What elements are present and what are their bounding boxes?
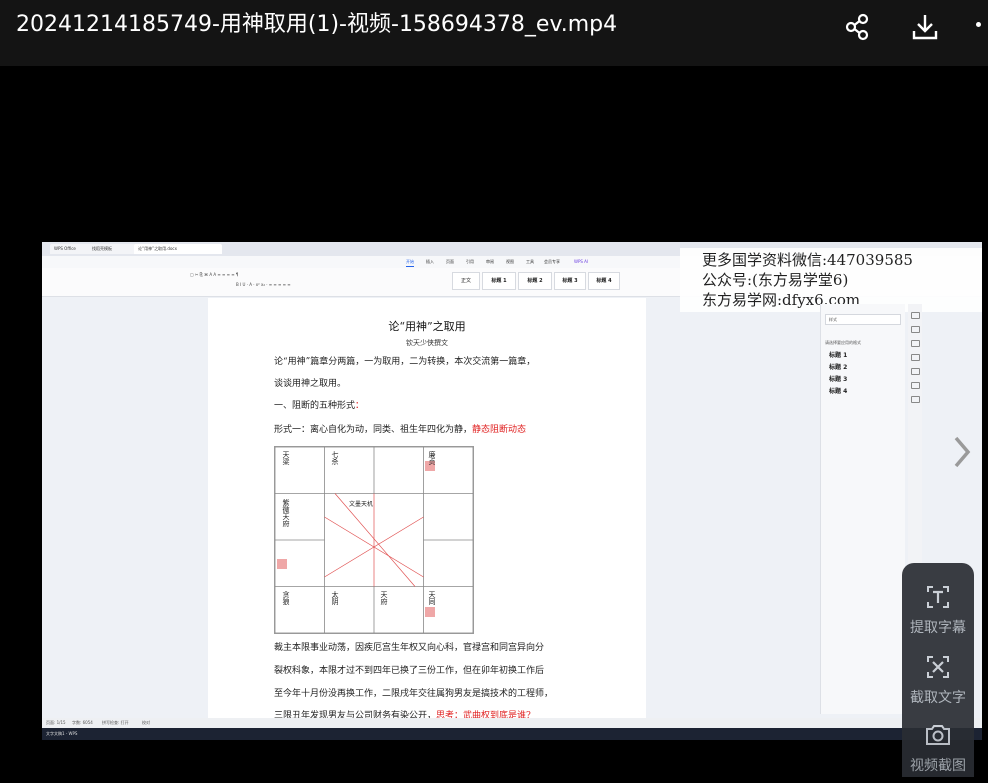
- capture-text-button[interactable]: 截取文字: [902, 647, 974, 715]
- style-search-input[interactable]: 样式: [825, 314, 901, 325]
- chart-cell: 贪狼: [282, 591, 290, 605]
- video-title-bar: 20241214185749-用神取用(1)-视频-158694378_ev.m…: [0, 0, 988, 66]
- taskbar-item: 文字文稿1 - WPS: [46, 731, 78, 736]
- ziwei-chart-image: 天梁 七杀 廉贞 紫微天府 天同 太阴 天府 贪狼 文墨天机: [274, 446, 474, 634]
- toolbar-icon[interactable]: [911, 396, 920, 403]
- menu-item: WPS AI: [574, 259, 589, 264]
- status-words: 字数: 6054: [72, 720, 93, 725]
- menu-item: 引用: [466, 259, 474, 264]
- style-heading-1-item[interactable]: 标题 1: [829, 352, 847, 360]
- toolbar-icon[interactable]: [911, 368, 920, 375]
- styles-side-panel: 样式 请选择要应用的格式 标题 1 标题 2 标题 3 标题 4: [820, 304, 905, 714]
- menu-item: 工具: [526, 259, 534, 264]
- toolbar-icon[interactable]: [911, 382, 920, 389]
- menu-item: 插入: [426, 259, 434, 264]
- menu-item: 开始: [406, 258, 414, 267]
- more-menu-icon[interactable]: [976, 22, 981, 27]
- doc-title: 论“用神”之取用: [388, 320, 466, 333]
- capture-text-label: 截取文字: [910, 690, 966, 706]
- menu-item: 审阅: [486, 259, 494, 264]
- toolbar-icon[interactable]: [911, 354, 920, 361]
- chart-cell: 太阴: [331, 591, 339, 605]
- text-capture-icon: [927, 656, 949, 678]
- status-spellcheck: 拼写检查: 打开: [102, 720, 129, 725]
- status-page: 页面: 1/15: [46, 720, 66, 725]
- video-title: 20241214185749-用神取用(1)-视频-158694378_ev.m…: [16, 12, 618, 37]
- next-video-chevron-icon[interactable]: [948, 432, 974, 472]
- chart-cell: 天梁: [282, 451, 290, 465]
- style-heading-3: 标题 3: [554, 272, 586, 290]
- doc-paragraph: 至今年十月份没再换工作，二限戌年交往属狗男友是搞技术的工程师，: [274, 689, 554, 699]
- doc-author: 钦天少侠撰文: [406, 339, 448, 347]
- video-frame[interactable]: WPS Office 找稻壳模板 论“用神”之取用.docx 开始 插入 页面 …: [42, 242, 982, 740]
- ziwei-chart-grid: [274, 446, 474, 634]
- doc-heading-text: 一、阻断的五种形式: [274, 401, 356, 411]
- wps-tab: WPS Office: [50, 244, 92, 254]
- video-tools-panel: 提取字幕 截取文字 视频截图: [902, 563, 974, 777]
- doc-heading: 一、阻断的五种形式：: [274, 400, 364, 412]
- chart-cell: 廉贞: [428, 451, 436, 465]
- style-heading-4-item[interactable]: 标题 4: [829, 388, 847, 396]
- toolbar-icon[interactable]: [911, 312, 920, 319]
- menu-item: 会员专享: [544, 259, 560, 264]
- style-heading-3-item[interactable]: 标题 3: [829, 376, 847, 384]
- watermark-line: 公众号:(东方易学堂6): [702, 271, 849, 289]
- style-panel-label: 请选择要应用的格式: [825, 340, 861, 345]
- watermark-overlay: 更多国学资料微信:447039585 公众号:(东方易学堂6) 东方易学网:df…: [680, 248, 982, 312]
- toolbar-icon[interactable]: [911, 326, 920, 333]
- chart-center: 文墨天机: [349, 501, 374, 508]
- windows-taskbar: 文字文稿1 - WPS: [42, 728, 982, 740]
- style-normal: 正文: [452, 272, 480, 290]
- menu-item: 页面: [446, 259, 454, 264]
- wps-status-bar: 页面: 1/15 字数: 6054 拼写检查: 打开 校对: [42, 718, 982, 728]
- chart-cell: 紫微天府: [282, 499, 290, 527]
- menu-item: 视图: [506, 259, 514, 264]
- doc-paragraph: 裂权科象，本限才过不到四年已换了三份工作，但在卯年初换工作后: [274, 666, 545, 676]
- video-screenshot-button[interactable]: 视频截图: [902, 715, 974, 783]
- status-proof: 校对: [142, 720, 150, 725]
- doc-paragraph: 谈谈用神之取用。: [274, 379, 347, 389]
- download-icon[interactable]: [910, 12, 940, 42]
- wps-tab-active: 论“用神”之取用.docx: [134, 244, 222, 254]
- style-heading-2-item[interactable]: 标题 2: [829, 364, 847, 372]
- style-heading-2: 标题 2: [518, 272, 552, 290]
- chart-cell: 七杀: [331, 451, 339, 465]
- doc-heading-colon: ：: [355, 401, 365, 411]
- extract-subtitle-button[interactable]: 提取字幕: [902, 577, 974, 645]
- style-heading-4: 标题 4: [588, 272, 620, 290]
- camera-icon: [926, 725, 950, 745]
- chart-cell: 天同: [428, 591, 436, 605]
- chart-cell: 天府: [380, 591, 388, 605]
- doc-text: 形式一：离心自化为动，同类、祖生年四化为静，: [274, 425, 473, 435]
- watermark-line: 更多国学资料微信:447039585: [702, 251, 913, 269]
- toolbar-icon[interactable]: [911, 340, 920, 347]
- video-screenshot-label: 视频截图: [910, 758, 966, 774]
- doc-paragraph: 论“用神”篇章分两篇，一为取用，二为转换，本次交流第一篇章，: [274, 357, 536, 367]
- wps-tab: 找稻壳模板: [88, 244, 136, 254]
- share-icon[interactable]: [842, 12, 872, 42]
- subtitle-icon: [927, 586, 949, 608]
- doc-paragraph: 裁主本限事业动荡，因疾厄宫生年权又向心科，官禄宫和同宫异向分: [274, 643, 545, 653]
- doc-paragraph: 形式一：离心自化为动，同类、祖生年四化为静，静态阻断动态: [274, 424, 526, 436]
- style-search-text: 样式: [829, 317, 837, 322]
- document-page: 论“用神”之取用 钦天少侠撰文 论“用神”篇章分两篇，一为取用，二为转换，本次交…: [208, 298, 646, 721]
- doc-text-red: 静态阻断动态: [472, 425, 527, 435]
- extract-subtitle-label: 提取字幕: [910, 620, 966, 636]
- style-heading-1: 标题 1: [482, 272, 516, 290]
